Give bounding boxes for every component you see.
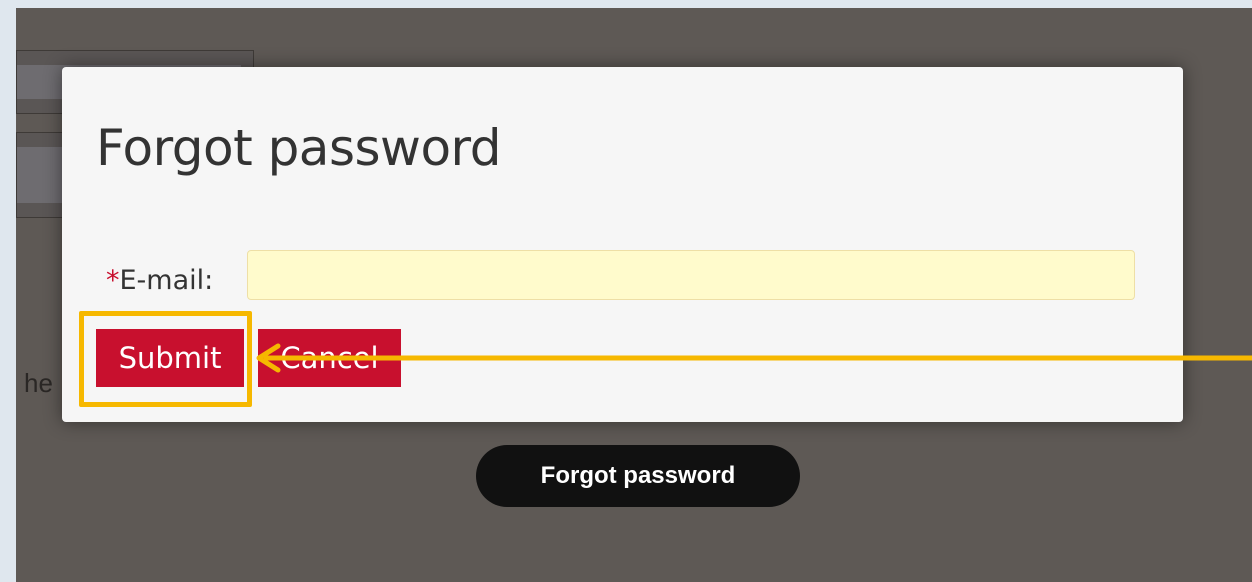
annotation-arrow-icon — [256, 343, 1252, 373]
